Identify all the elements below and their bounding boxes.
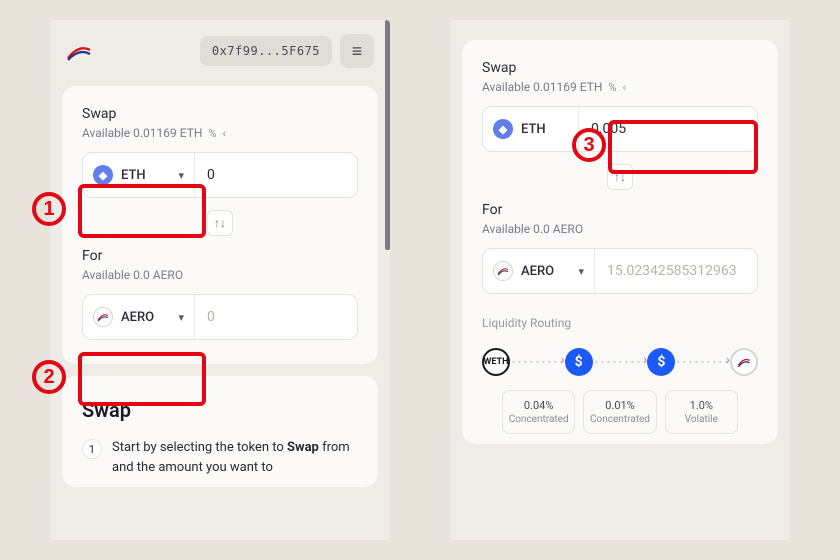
route-node-usdc: $ [565, 348, 593, 376]
pool-type: Concentrated [507, 414, 570, 425]
route-connector [677, 361, 728, 363]
swap-from-row: ◆ ETH 0.005 [482, 106, 758, 152]
aero-icon [493, 261, 513, 281]
to-amount-input[interactable]: 0 [195, 295, 357, 339]
aero-icon [93, 307, 113, 327]
available-text: Available 0.01169 ETH [482, 80, 602, 94]
from-token-selector[interactable]: ◆ ETH ▾ [83, 153, 195, 197]
pool-fee: 0.01% [588, 399, 651, 412]
available-row: Available 0.01169 ETH % ‹ [82, 126, 358, 140]
step-text: Start by selecting the token to Swap fro… [112, 438, 358, 477]
from-token-label: ETH [121, 168, 146, 183]
swap-from-row: ◆ ETH ▾ 0 [82, 152, 358, 198]
swap-direction-button[interactable]: ↑↓ [207, 210, 233, 236]
callout-2: 2 [32, 360, 66, 394]
pool-type: Volatile [670, 414, 733, 425]
swap-direction-button[interactable]: ↑↓ [607, 164, 633, 190]
pool-chip: 0.01% Concentrated [583, 390, 656, 434]
to-token-selector[interactable]: AERO ▾ [83, 295, 195, 339]
swap-title: Swap [482, 60, 758, 76]
for-title: For [482, 202, 758, 218]
swap-title: Swap [82, 106, 358, 122]
for-available-row: Available 0.0 AERO [82, 268, 358, 282]
info-title: Swap [82, 398, 358, 422]
for-available-text: Available 0.0 AERO [82, 268, 183, 282]
route-connector [595, 361, 646, 363]
chevron-down-icon: ▾ [578, 265, 584, 278]
collapse-icon[interactable]: ‹ [222, 127, 225, 140]
route-node-aero [730, 348, 758, 376]
swap-card: Swap Available 0.01169 ETH % ‹ ◆ ETH ▾ 0… [62, 86, 378, 364]
route-connector [512, 361, 563, 363]
slippage-icon[interactable]: % [208, 127, 216, 140]
to-token-selector[interactable]: AERO ▾ [483, 249, 595, 293]
pool-chip: 1.0% Volatile [665, 390, 738, 434]
eth-icon: ◆ [493, 119, 513, 139]
aerodrome-logo [66, 40, 92, 62]
for-available-row: Available 0.0 AERO [482, 222, 758, 236]
pool-row: 0.04% Concentrated 0.01% Concentrated 1.… [482, 390, 758, 434]
route-node-usdc: $ [647, 348, 675, 376]
wallet-address-pill[interactable]: 0x7f99...5F675 [200, 36, 332, 66]
to-token-label: AERO [521, 264, 554, 279]
available-row: Available 0.01169 ETH % ‹ [482, 80, 758, 94]
step-row: 1 Start by selecting the token to Swap f… [82, 438, 358, 477]
chevron-down-icon: ▾ [178, 311, 184, 324]
swap-card: Swap Available 0.01169 ETH % ‹ ◆ ETH 0.0… [462, 40, 778, 444]
right-screenshot: Swap Available 0.01169 ETH % ‹ ◆ ETH 0.0… [450, 20, 790, 540]
from-token-label: ETH [521, 122, 546, 137]
for-title: For [82, 248, 358, 264]
for-available-text: Available 0.0 AERO [482, 222, 583, 236]
to-token-label: AERO [121, 310, 154, 325]
route-node-weth: WETH [482, 348, 510, 376]
swap-arrows-icon: ↑↓ [214, 216, 226, 230]
callout-1: 1 [32, 192, 66, 226]
scrollbar[interactable] [385, 20, 390, 250]
from-amount-input[interactable]: 0 [195, 153, 357, 197]
routing-path: WETH $ $ [482, 348, 758, 376]
available-text: Available 0.01169 ETH [82, 126, 202, 140]
from-token-selector[interactable]: ◆ ETH [483, 107, 579, 151]
eth-icon: ◆ [93, 165, 113, 185]
menu-button[interactable]: ≡ [340, 34, 374, 68]
pool-chip: 0.04% Concentrated [502, 390, 575, 434]
left-screenshot: 0x7f99...5F675 ≡ Swap Available 0.01169 … [50, 20, 390, 540]
to-amount-input[interactable]: 15.02342585312963 [595, 249, 757, 293]
swap-to-row: AERO ▾ 0 [82, 294, 358, 340]
pool-fee: 0.04% [507, 399, 570, 412]
pool-type: Concentrated [588, 414, 651, 425]
routing-title: Liquidity Routing [482, 316, 758, 330]
collapse-icon[interactable]: ‹ [622, 81, 625, 94]
callout-3: 3 [572, 128, 606, 162]
hamburger-icon: ≡ [352, 41, 363, 62]
chevron-down-icon: ▾ [178, 169, 184, 182]
slippage-icon[interactable]: % [608, 81, 616, 94]
pool-fee: 1.0% [670, 399, 733, 412]
swap-arrows-icon: ↑↓ [614, 170, 626, 184]
info-card: Swap 1 Start by selecting the token to S… [62, 376, 378, 487]
top-bar: 0x7f99...5F675 ≡ [50, 20, 390, 74]
swap-to-row: AERO ▾ 15.02342585312963 [482, 248, 758, 294]
step-number: 1 [82, 439, 102, 459]
